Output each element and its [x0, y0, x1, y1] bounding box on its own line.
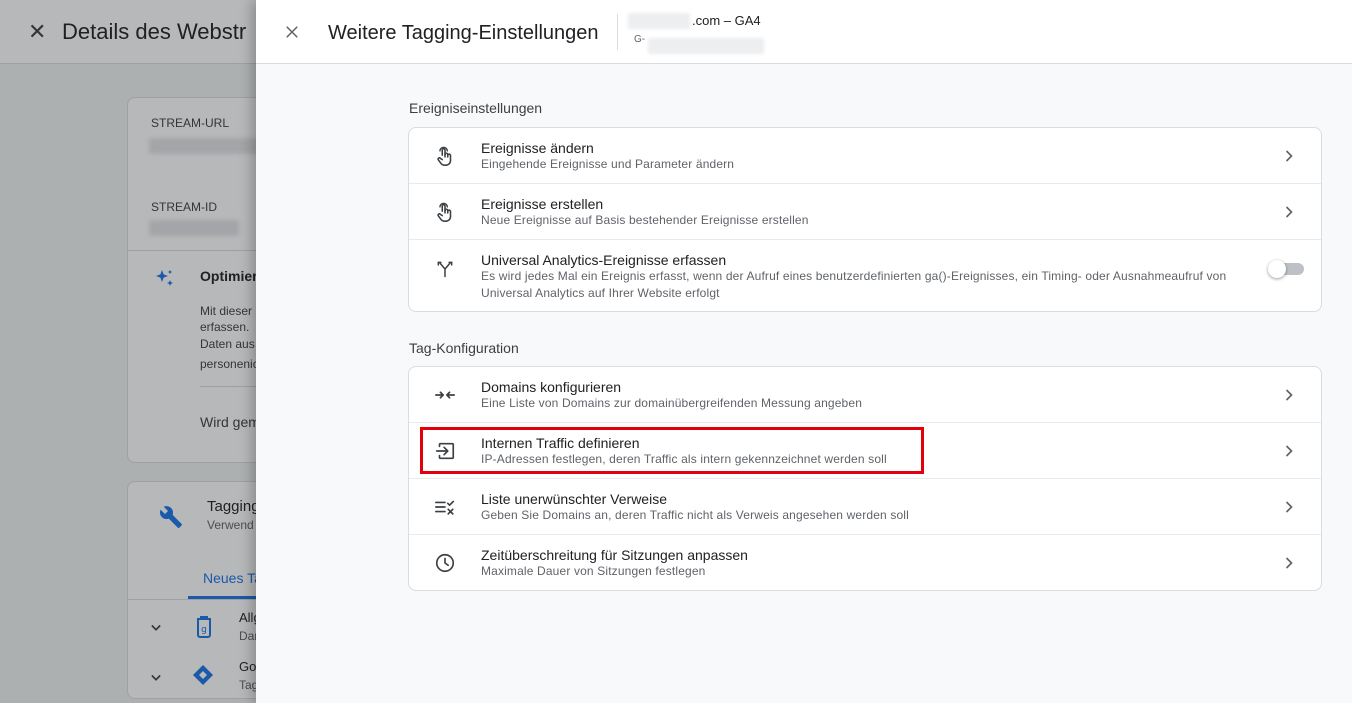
clock-icon: [433, 551, 457, 575]
row-universal-analytics-events: Universal Analytics-Ereignisse erfassen …: [409, 240, 1321, 311]
chevron-right-icon[interactable]: [1277, 439, 1301, 463]
row-subtitle: Geben Sie Domains an, deren Traffic nich…: [481, 508, 909, 522]
touch-icon: [433, 200, 457, 224]
row-title: Ereignisse erstellen: [481, 196, 604, 212]
redacted-stream-id: [648, 38, 764, 54]
drawer-header: Weitere Tagging-Einstellungen .com – GA4…: [256, 0, 1352, 64]
row-title: Ereignisse ändern: [481, 140, 594, 156]
compress-arrows-icon: [433, 383, 457, 407]
row-define-internal-traffic[interactable]: Internen Traffic definieren IP-Adressen …: [409, 423, 1321, 479]
stream-name: .com – GA4: [692, 13, 761, 28]
row-title: Domains konfigurieren: [481, 379, 622, 395]
row-title: Liste unerwünschter Verweise: [481, 491, 667, 507]
redacted-domain: [628, 13, 690, 29]
toggle-thumb: [1268, 260, 1286, 278]
chevron-right-icon[interactable]: [1277, 551, 1301, 575]
row-subtitle: Maximale Dauer von Sitzungen festlegen: [481, 564, 706, 578]
row-subtitle: Neue Ereignisse auf Basis bestehender Er…: [481, 213, 809, 227]
row-subtitle: IP-Adressen festlegen, deren Traffic als…: [481, 452, 887, 466]
list-x-icon: [433, 495, 457, 519]
row-title: Zeitüberschreitung für Sitzungen anpasse…: [481, 547, 748, 563]
row-create-events[interactable]: Ereignisse erstellen Neue Ereignisse auf…: [409, 184, 1321, 240]
input-icon: [433, 439, 457, 463]
row-subtitle: Eine Liste von Domains zur domainübergre…: [481, 396, 863, 410]
section-title-events: Ereigniseinstellungen: [409, 100, 543, 116]
chevron-right-icon[interactable]: [1277, 200, 1301, 224]
tagging-settings-drawer: Weitere Tagging-Einstellungen .com – GA4…: [256, 0, 1352, 703]
row-session-timeout[interactable]: Zeitüberschreitung für Sitzungen anpasse…: [409, 535, 1321, 590]
row-title: Internen Traffic definieren: [481, 435, 640, 451]
stream-id: G-: [634, 34, 646, 45]
row-configure-domains[interactable]: Domains konfigurieren Eine Liste von Dom…: [409, 367, 1321, 423]
row-modify-events[interactable]: Ereignisse ändern Eingehende Ereignisse …: [409, 128, 1321, 184]
chevron-right-icon[interactable]: [1277, 495, 1301, 519]
row-title: Universal Analytics-Ereignisse erfassen: [481, 252, 727, 268]
events-settings-card: Ereignisse ändern Eingehende Ereignisse …: [408, 127, 1322, 312]
drawer-title: Weitere Tagging-Einstellungen: [328, 22, 599, 44]
row-subtitle: Es wird jedes Mal ein Ereignis erfasst, …: [481, 269, 1227, 300]
touch-icon: [433, 144, 457, 168]
row-unwanted-referrals[interactable]: Liste unerwünschter Verweise Geben Sie D…: [409, 479, 1321, 535]
chevron-right-icon[interactable]: [1277, 383, 1301, 407]
close-icon[interactable]: [280, 20, 304, 44]
section-title-tag-config: Tag-Konfiguration: [409, 340, 519, 356]
universal-analytics-toggle[interactable]: [1268, 260, 1304, 278]
merge-icon: [433, 257, 457, 281]
tag-configuration-card: Domains konfigurieren Eine Liste von Dom…: [408, 366, 1322, 591]
chevron-right-icon[interactable]: [1277, 144, 1301, 168]
row-subtitle: Eingehende Ereignisse und Parameter ände…: [481, 157, 735, 171]
